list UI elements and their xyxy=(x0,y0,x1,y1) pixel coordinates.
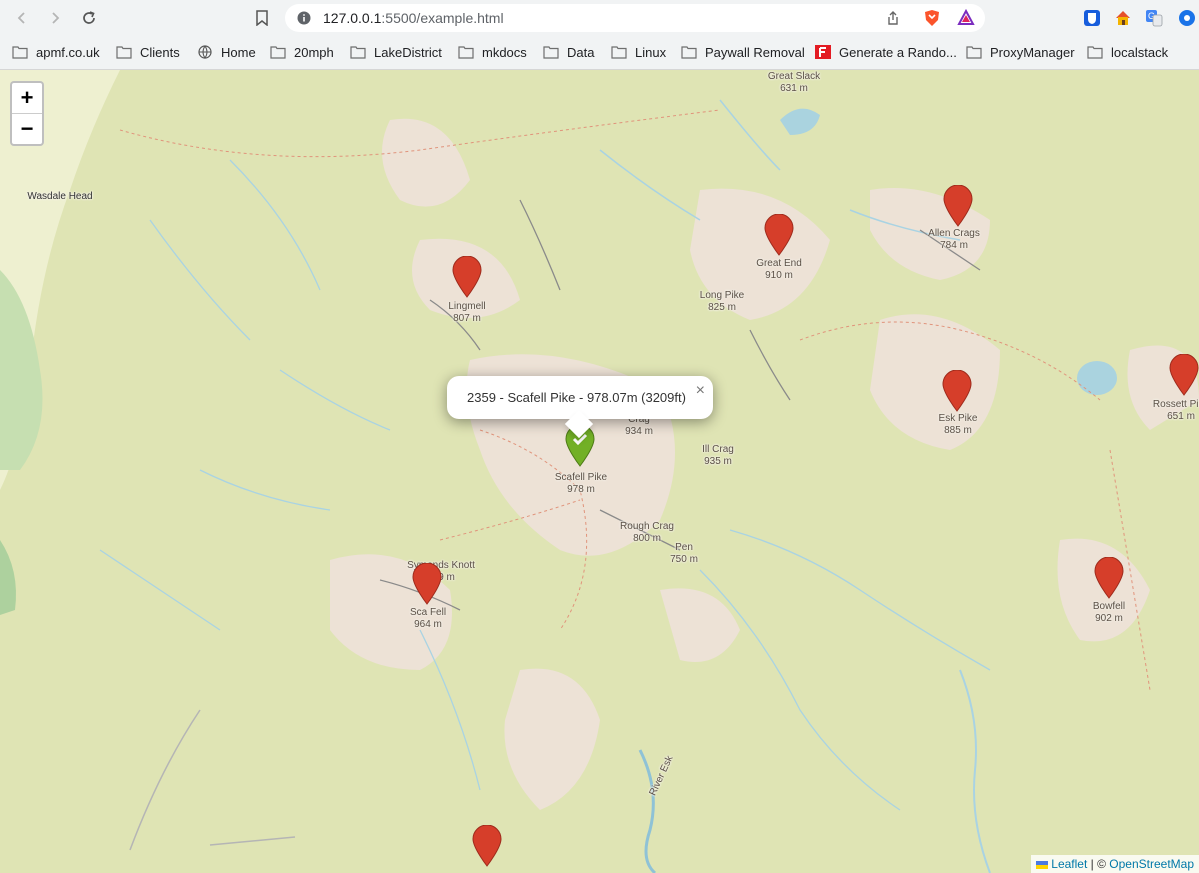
brave-shield-icon[interactable] xyxy=(923,9,941,27)
map-marker-red[interactable] xyxy=(452,256,482,298)
map-marker-red[interactable] xyxy=(1169,354,1199,396)
map-marker-red[interactable] xyxy=(943,185,973,227)
bookmark-item[interactable]: Home xyxy=(197,43,256,61)
back-button[interactable] xyxy=(11,7,33,29)
browser-toolbar: 127.0.0.1:5500/example.html G xyxy=(0,0,1199,36)
folder-icon xyxy=(681,46,697,59)
map-label: Great Slack 631 m xyxy=(767,71,821,94)
bookmark-item[interactable]: Data xyxy=(543,43,594,61)
popup-content: 2359 - Scafell Pike - 978.07m (3209ft) xyxy=(467,390,686,405)
bookmark-item[interactable]: 20mph xyxy=(270,43,334,61)
url-text: 127.0.0.1:5500/example.html xyxy=(323,10,504,26)
site-info-icon[interactable] xyxy=(297,11,311,25)
bookmark-page-button[interactable] xyxy=(251,7,273,29)
map-marker-red[interactable] xyxy=(942,370,972,412)
map-label: Pen 750 m xyxy=(670,542,698,565)
folder-icon xyxy=(966,46,982,59)
map-label: Long Pike 825 m xyxy=(699,290,745,313)
reload-button[interactable] xyxy=(78,7,100,29)
bookmark-item[interactable]: Generate a Rando... xyxy=(815,43,957,61)
zoom-in-button[interactable]: + xyxy=(12,83,42,113)
bookmark-item[interactable]: mkdocs xyxy=(458,43,527,61)
bookmark-item[interactable]: LakeDistrict xyxy=(350,43,442,61)
map-label: Esk Pike 885 m xyxy=(938,413,978,436)
map-marker-red[interactable] xyxy=(472,825,502,867)
folder-icon xyxy=(116,46,132,59)
map-label: Scafell Pike 978 m xyxy=(554,472,608,495)
home-extension-icon[interactable] xyxy=(1113,8,1133,28)
marker-popup: 2359 - Scafell Pike - 978.07m (3209ft) × xyxy=(447,376,713,439)
map-label: Ill Crag 935 m xyxy=(702,444,734,467)
map-label: Great End 910 m xyxy=(756,258,802,281)
settings-extension-icon[interactable] xyxy=(1177,8,1197,28)
forward-button[interactable] xyxy=(44,7,66,29)
map-label: Bowfell 902 m xyxy=(1092,601,1126,624)
map-attribution: Leaflet | © OpenStreetMap xyxy=(1031,855,1199,873)
folder-icon xyxy=(1087,46,1103,59)
address-bar[interactable]: 127.0.0.1:5500/example.html xyxy=(285,4,985,32)
bookmarks-bar: apmf.co.uk Clients Home 20mph LakeDistri… xyxy=(0,36,1199,70)
openstreetmap-link[interactable]: OpenStreetMap xyxy=(1109,857,1194,871)
bookmark-item[interactable]: Paywall Removal xyxy=(681,43,805,61)
bookmark-item[interactable]: Clients xyxy=(116,43,180,61)
map-marker-red[interactable] xyxy=(412,563,442,605)
map-marker-red[interactable] xyxy=(1094,557,1124,599)
folder-icon xyxy=(270,46,286,59)
folder-icon xyxy=(543,46,559,59)
bitwarden-extension-icon[interactable] xyxy=(1082,8,1102,28)
map-label: Rossett Pike651 m xyxy=(1152,399,1199,422)
zoom-out-button[interactable]: − xyxy=(12,113,42,144)
folder-icon xyxy=(350,46,366,59)
bookmark-item[interactable]: localstack xyxy=(1087,43,1168,61)
translate-extension-icon[interactable]: G xyxy=(1144,8,1164,28)
folder-icon xyxy=(458,46,474,59)
map-marker-red[interactable] xyxy=(764,214,794,256)
folder-icon xyxy=(611,46,627,59)
bookmark-icon xyxy=(256,10,268,26)
bookmark-item[interactable]: ProxyManager xyxy=(966,43,1075,61)
bookmark-item[interactable]: apmf.co.uk xyxy=(12,43,100,61)
reload-icon xyxy=(83,11,95,24)
brave-rewards-icon[interactable] xyxy=(957,9,975,27)
leaflet-link[interactable]: Leaflet xyxy=(1051,857,1087,871)
map-label: Lingmell 807 m xyxy=(448,301,486,324)
folder-icon xyxy=(12,46,28,59)
ukraine-flag-icon xyxy=(1036,860,1049,869)
map-label: Rough Crag 800 m xyxy=(620,521,674,544)
f-brand-icon xyxy=(815,45,831,59)
leaflet-map[interactable]: Great Slack 631 m Wasdale Head Allen Crag… xyxy=(0,70,1199,873)
map-label: Wasdale Head xyxy=(27,191,93,202)
forward-arrow-icon xyxy=(52,12,60,24)
map-label: Sca Fell 964 m xyxy=(409,607,447,630)
zoom-control: + − xyxy=(10,81,44,146)
map-label: Allen Crags 784 m xyxy=(928,228,980,251)
popup-close-button[interactable]: × xyxy=(696,382,705,400)
share-icon[interactable] xyxy=(885,10,901,26)
bookmark-item[interactable]: Linux xyxy=(611,43,666,61)
globe-icon xyxy=(198,45,212,59)
back-arrow-icon xyxy=(17,12,25,24)
